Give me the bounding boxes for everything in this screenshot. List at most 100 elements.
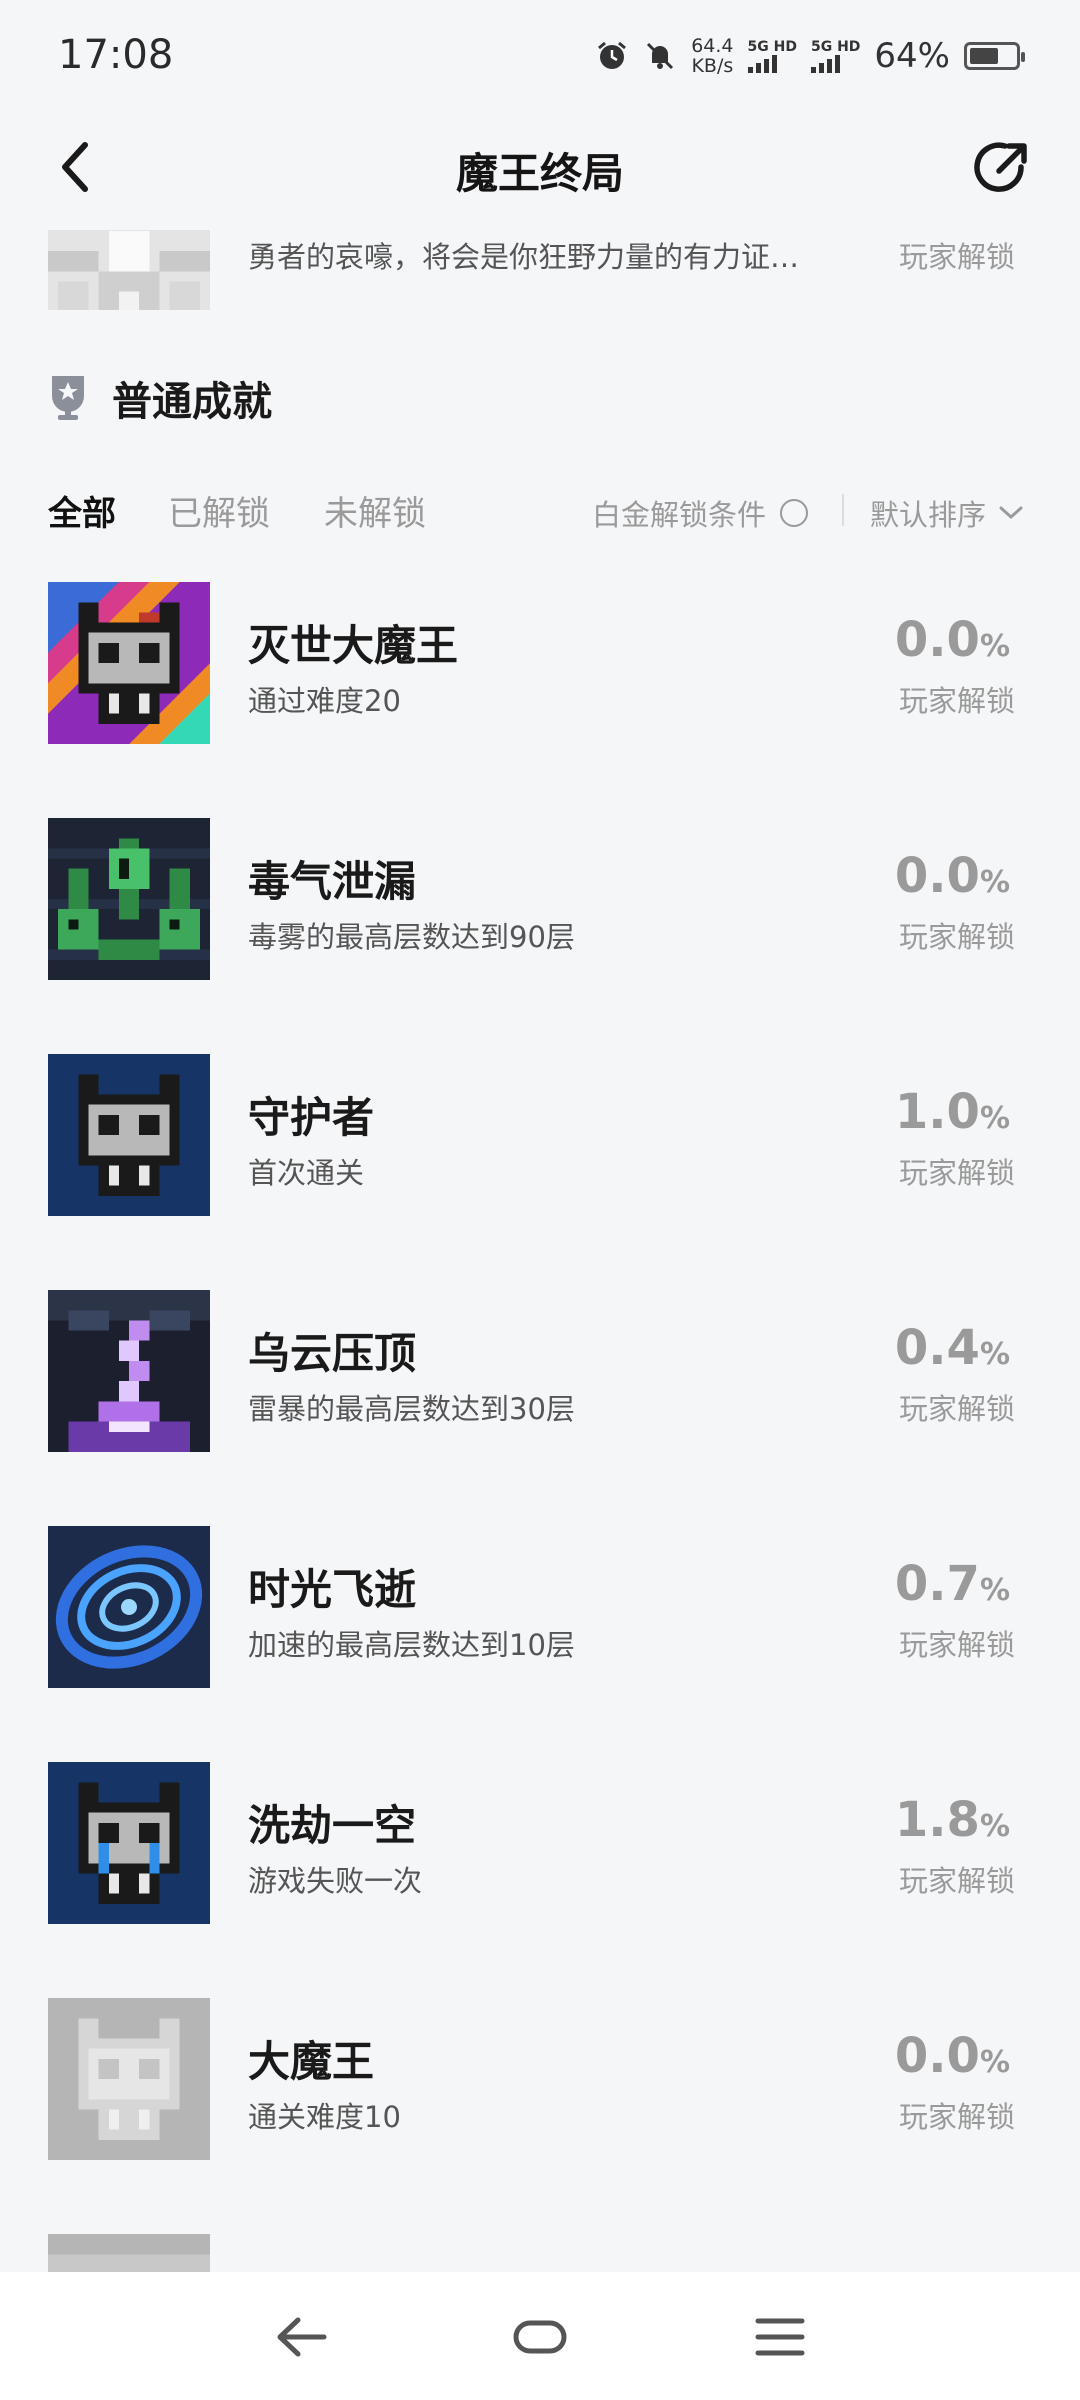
unlock-percent: 0.0% — [895, 848, 1010, 904]
unlock-percent: 0.7% — [895, 1556, 1010, 1612]
share-icon — [974, 142, 1027, 192]
sim1-label: 5G HD — [747, 39, 797, 55]
achievement-status: 玩家解锁 — [898, 1392, 1015, 1426]
achievement-thumbnail — [48, 1290, 210, 1452]
achievement-thumbnail — [48, 1054, 210, 1216]
arrow-left-icon — [277, 2317, 327, 2357]
achievement-thumbnail — [48, 1526, 210, 1688]
section-header: 普通成就 — [48, 368, 272, 428]
achievement-status: 玩家解锁 — [898, 2100, 1015, 2134]
unlock-percent: 0.4% — [895, 1320, 1010, 1376]
list-item-partial[interactable]: 勇者的哀嚎，将会是你狂野力量的有力证… 玩家解锁 — [0, 230, 1080, 310]
percent-value: 0.0 — [894, 848, 980, 904]
home-pill-icon — [513, 2320, 567, 2354]
achievement-name: 时光飞逝 — [248, 1565, 417, 1614]
achievement-status: 玩家解锁 — [898, 1864, 1015, 1898]
list-item[interactable]: 乌云压顶 雷暴的最高层数达到30层 0.4% 玩家解锁 — [0, 1290, 1080, 1526]
tab-all[interactable]: 全部 — [48, 486, 116, 535]
achievement-thumbnail — [48, 230, 210, 310]
system-nav-bar — [0, 2272, 1080, 2400]
achievement-name: 大魔王 — [248, 2037, 375, 2086]
skull-grey-locked-icon — [48, 1998, 210, 2160]
unlock-percent: 0.0% — [895, 2028, 1010, 2084]
poison-tentacles-icon — [48, 818, 210, 980]
tab-unlocked[interactable]: 已解锁 — [168, 486, 270, 535]
trophy-icon — [52, 376, 84, 420]
status-time: 17:08 — [58, 32, 174, 78]
divider — [842, 494, 844, 526]
achievement-description: 首次通关 — [248, 1156, 365, 1190]
tab-locked[interactable]: 未解锁 — [324, 486, 426, 535]
percent-value: 1.0 — [894, 1084, 980, 1140]
platinum-condition-label: 白金解锁条件 — [592, 498, 767, 532]
net-speed-value: 64.4 — [691, 35, 734, 57]
percent-value: 1.8 — [894, 1792, 980, 1848]
sim1-signal: 5G HD — [747, 39, 797, 73]
castle-grey-icon — [48, 230, 210, 310]
lightning-storm-icon — [48, 1290, 210, 1452]
net-speed-unit: KB/s — [691, 55, 734, 77]
top-app-bar: 魔王终局 — [0, 110, 1080, 230]
achievement-name: 乌云压顶 — [248, 1329, 417, 1378]
achievement-description: 通关难度10 — [248, 2100, 401, 2134]
skull-blue-icon — [48, 1054, 210, 1216]
list-item[interactable]: 大魔王 通关难度10 0.0% 玩家解锁 — [0, 1998, 1080, 2234]
achievement-description: 雷暴的最高层数达到30层 — [248, 1392, 575, 1426]
menu-icon — [755, 2318, 805, 2356]
percent-unit: % — [979, 2045, 1010, 2080]
percent-value: 0.4 — [894, 1320, 980, 1376]
share-button[interactable] — [964, 130, 1040, 206]
percent-unit: % — [979, 1573, 1010, 1608]
percent-value: 0.0 — [894, 2028, 980, 2084]
nav-menu-button[interactable] — [740, 2302, 820, 2372]
list-item[interactable]: 时光飞逝 加速的最高层数达到10层 0.7% 玩家解锁 — [0, 1526, 1080, 1762]
sim2-label: 5G HD — [810, 39, 861, 55]
status-bar: 17:08 64.4 KB/s 5G HD 5G HD 64% — [0, 0, 1080, 110]
achievement-thumbnail — [48, 1998, 210, 2160]
battery-percent: 64% — [874, 36, 950, 76]
achievement-name: 洗劫一空 — [248, 1801, 417, 1850]
achievement-status: 玩家解锁 — [898, 240, 1015, 274]
nav-home-button[interactable] — [500, 2302, 580, 2372]
platinum-condition-toggle[interactable]: 白金解锁条件 — [592, 492, 809, 534]
achievement-list: 灭世大魔王 通过难度20 0.0% 玩家解锁 毒气泄漏 毒雾的最高层数达到90层… — [0, 582, 1080, 2400]
list-item[interactable]: 毒气泄漏 毒雾的最高层数达到90层 0.0% 玩家解锁 — [0, 818, 1080, 1054]
achievement-status: 玩家解锁 — [898, 684, 1015, 718]
percent-unit: % — [979, 1101, 1010, 1136]
chevron-down-icon — [999, 506, 1023, 520]
achievement-name: 灭世大魔王 — [248, 621, 459, 670]
unlock-percent: 1.8% — [895, 1792, 1010, 1848]
percent-unit: % — [979, 629, 1010, 664]
list-item[interactable]: 洗劫一空 游戏失败一次 1.8% 玩家解锁 — [0, 1762, 1080, 1998]
achievement-description: 勇者的哀嚎，将会是你狂野力量的有力证… — [248, 240, 800, 274]
skull-crying-icon — [48, 1762, 210, 1924]
signal-bars-icon — [747, 55, 777, 73]
unlock-percent: 0.0% — [895, 612, 1010, 668]
mute-bell-icon — [647, 42, 674, 70]
list-item[interactable]: 灭世大魔王 通过难度20 0.0% 玩家解锁 — [0, 582, 1080, 818]
nav-back-button[interactable] — [262, 2302, 342, 2372]
achievement-description: 毒雾的最高层数达到90层 — [248, 920, 575, 954]
achievement-status: 玩家解锁 — [898, 1156, 1015, 1190]
achievement-description: 加速的最高层数达到10层 — [248, 1628, 575, 1662]
filter-bar: 全部 已解锁 未解锁 白金解锁条件 默认排序 — [0, 478, 1080, 544]
achievement-thumbnail — [48, 818, 210, 980]
achievement-thumbnail — [48, 582, 210, 744]
status-indicators: 64.4 KB/s 5G HD 5G HD 64% — [595, 30, 1025, 82]
page-title: 魔王终局 — [455, 149, 624, 198]
percent-unit: % — [979, 865, 1010, 900]
time-vortex-icon — [48, 1526, 210, 1688]
achievement-status: 玩家解锁 — [898, 920, 1015, 954]
achievement-name: 守护者 — [248, 1093, 375, 1142]
alarm-icon — [598, 41, 627, 69]
battery-icon — [964, 42, 1025, 70]
radio-icon — [780, 499, 809, 527]
unlock-percent: 1.0% — [895, 1084, 1010, 1140]
achievement-description: 通过难度20 — [248, 684, 401, 718]
section-title: 普通成就 — [112, 379, 272, 425]
net-speed: 64.4 KB/s — [691, 36, 733, 76]
sort-dropdown[interactable]: 默认排序 — [870, 492, 1024, 534]
list-item[interactable]: 守护者 首次通关 1.0% 玩家解锁 — [0, 1054, 1080, 1290]
achievement-thumbnail — [48, 1762, 210, 1924]
achievement-description: 游戏失败一次 — [248, 1864, 423, 1898]
